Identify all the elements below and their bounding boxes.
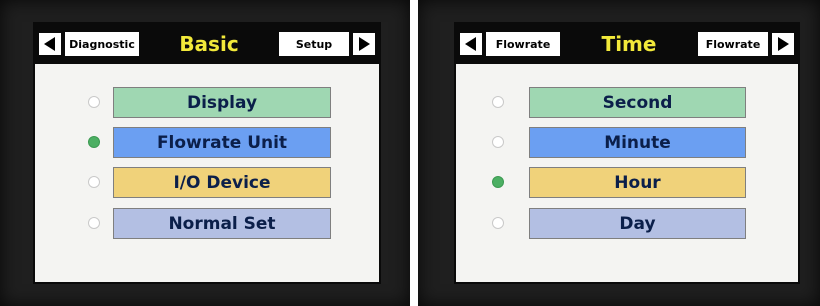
option-list: Second Minute Hour Day [456, 64, 798, 282]
left-arrow-icon[interactable] [460, 33, 482, 55]
right-arrow-icon[interactable] [772, 33, 794, 55]
option-row-day: Day [456, 208, 798, 240]
device-time-menu: Flowrate Time Flowrate Second Minute Hou… [418, 0, 820, 306]
minute-button[interactable]: Minute [529, 127, 746, 158]
prev-tab[interactable]: Diagnostic [65, 32, 139, 56]
right-arrow-icon[interactable] [353, 33, 375, 55]
radio-indicator-icon[interactable] [88, 96, 100, 108]
prev-tab[interactable]: Flowrate [486, 32, 560, 56]
second-button[interactable]: Second [529, 87, 746, 118]
screen: Flowrate Time Flowrate Second Minute Hou… [454, 22, 800, 284]
radio-indicator-icon[interactable] [492, 96, 504, 108]
option-row-io-device: I/O Device [35, 167, 379, 199]
option-row-display: Display [35, 87, 379, 119]
flowrate-unit-button[interactable]: Flowrate Unit [113, 127, 331, 158]
radio-indicator-icon[interactable] [88, 136, 100, 148]
header-bar: Flowrate Time Flowrate [456, 24, 798, 64]
option-row-normal-set: Normal Set [35, 208, 379, 240]
device-basic-menu: Diagnostic Basic Setup Display Flowrate … [0, 0, 410, 306]
next-tab[interactable]: Flowrate [698, 32, 768, 56]
screen-title: Time [601, 32, 657, 56]
radio-indicator-icon[interactable] [492, 136, 504, 148]
header-bar: Diagnostic Basic Setup [35, 24, 379, 64]
radio-indicator-icon[interactable] [492, 176, 504, 188]
radio-indicator-icon[interactable] [492, 217, 504, 229]
left-arrow-icon[interactable] [39, 33, 61, 55]
radio-indicator-icon[interactable] [88, 217, 100, 229]
day-button[interactable]: Day [529, 208, 746, 239]
option-list: Display Flowrate Unit I/O Device Normal … [35, 64, 379, 282]
screen-title: Basic [179, 32, 239, 56]
normal-set-button[interactable]: Normal Set [113, 208, 331, 239]
screen: Diagnostic Basic Setup Display Flowrate … [33, 22, 381, 284]
radio-indicator-icon[interactable] [88, 176, 100, 188]
io-device-button[interactable]: I/O Device [113, 167, 331, 198]
next-tab[interactable]: Setup [279, 32, 349, 56]
option-row-hour: Hour [456, 167, 798, 199]
hour-button[interactable]: Hour [529, 167, 746, 198]
display-button[interactable]: Display [113, 87, 331, 118]
option-row-flowrate-unit: Flowrate Unit [35, 127, 379, 159]
option-row-minute: Minute [456, 127, 798, 159]
option-row-second: Second [456, 87, 798, 119]
